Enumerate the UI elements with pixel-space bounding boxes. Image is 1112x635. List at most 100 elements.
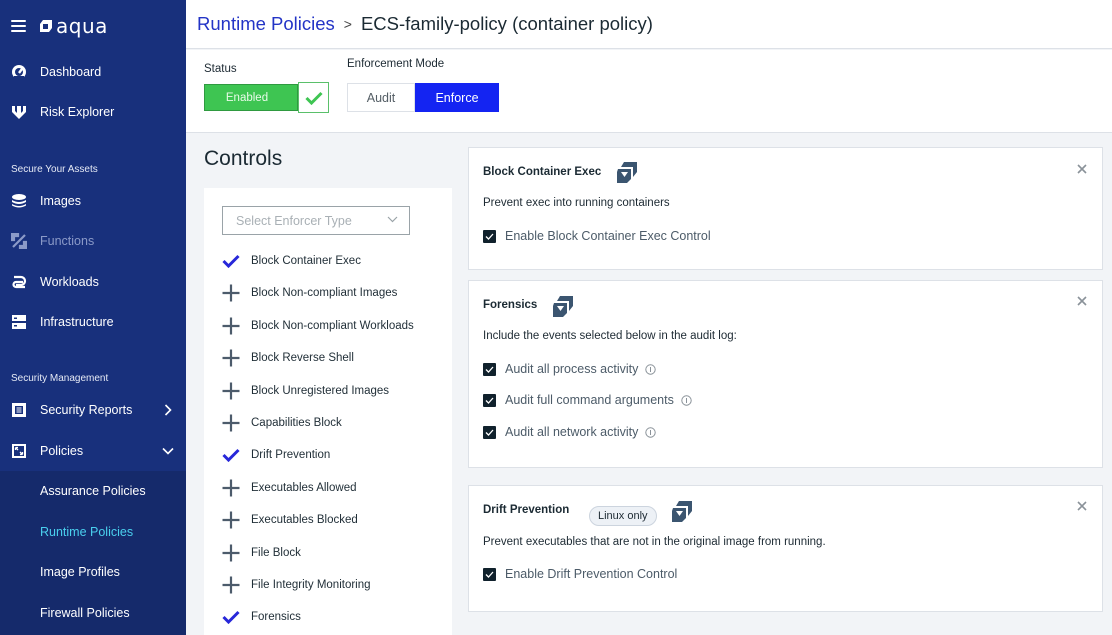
images-stack-icon bbox=[10, 192, 28, 210]
sidebar-item-label: Security Reports bbox=[40, 403, 133, 417]
control-item-label: Executables Blocked bbox=[251, 514, 358, 526]
aqua-logo-mark-icon bbox=[40, 20, 52, 32]
audit-mode-button[interactable]: Audit bbox=[347, 83, 415, 112]
control-item-label: Executables Allowed bbox=[251, 482, 357, 494]
plus-icon bbox=[222, 576, 240, 594]
control-item-file-block[interactable]: File Block bbox=[222, 542, 301, 564]
sidebar-item-policies[interactable]: Policies bbox=[0, 431, 186, 471]
sidebar-item-dashboard[interactable]: Dashboard bbox=[0, 52, 186, 92]
logo-text: aqua bbox=[56, 14, 108, 38]
card-drift-prevention: Drift Prevention Linux only Prevent exec… bbox=[468, 485, 1103, 612]
enforcement-mode-label: Enforcement Mode bbox=[347, 58, 445, 70]
infrastructure-icon bbox=[10, 313, 28, 331]
section-title-secure-assets: Secure Your Assets bbox=[11, 164, 98, 175]
card-forensics: Forensics Include the events selected be… bbox=[468, 280, 1103, 468]
checkbox-checked[interactable] bbox=[483, 362, 496, 376]
dashboard-gauge-icon bbox=[10, 63, 28, 81]
sidebar-item-label: Infrastructure bbox=[40, 315, 114, 329]
control-item-block-non-compliant-images[interactable]: Block Non-compliant Images bbox=[222, 282, 397, 304]
enforcement-mode-toggle: Audit Enforce bbox=[347, 83, 499, 112]
check-icon bbox=[485, 397, 494, 404]
sidebar-item-infrastructure[interactable]: Infrastructure bbox=[0, 302, 186, 342]
control-item-block-container-exec[interactable]: Block Container Exec bbox=[222, 250, 361, 272]
check-icon bbox=[485, 366, 494, 373]
checkbox-checked[interactable] bbox=[483, 393, 496, 407]
checkbox-checked[interactable] bbox=[483, 425, 496, 439]
enable-drift-prevention-checkbox[interactable]: Enable Drift Prevention Control bbox=[483, 566, 677, 582]
breadcrumb: Runtime Policies > ECS-family-policy (co… bbox=[197, 13, 653, 35]
enforcer-type-select[interactable]: Select Enforcer Type bbox=[222, 206, 410, 235]
check-icon bbox=[485, 233, 494, 240]
enforcer-container-icon bbox=[553, 296, 573, 317]
sidebar-item-workloads[interactable]: Workloads bbox=[0, 262, 186, 302]
control-item-label: Capabilities Block bbox=[251, 417, 342, 429]
checkbox-label: Audit all process activity bbox=[505, 362, 639, 376]
checkmark-icon bbox=[222, 608, 240, 626]
control-item-block-reverse-shell[interactable]: Block Reverse Shell bbox=[222, 347, 354, 369]
control-item-executables-allowed[interactable]: Executables Allowed bbox=[222, 477, 356, 499]
section-title-security-management: Security Management bbox=[11, 373, 109, 384]
policies-icon bbox=[10, 442, 28, 460]
info-icon[interactable] bbox=[645, 363, 657, 375]
sidebar-subitem-image-profiles[interactable]: Image Profiles bbox=[40, 565, 120, 579]
control-item-capabilities-block[interactable]: Capabilities Block bbox=[222, 412, 342, 434]
plus-icon bbox=[222, 284, 240, 302]
page-header: Runtime Policies > ECS-family-policy (co… bbox=[186, 0, 1112, 49]
hamburger-menu-icon[interactable] bbox=[11, 20, 26, 32]
checkbox-checked[interactable] bbox=[483, 229, 496, 243]
control-item-forensics[interactable]: Forensics bbox=[222, 606, 301, 628]
sidebar-header: aqua bbox=[0, 0, 186, 52]
sidebar-item-label: Workloads bbox=[40, 275, 99, 289]
audit-network-activity-checkbox[interactable]: Audit all network activity bbox=[483, 424, 657, 440]
checkbox-label: Enable Drift Prevention Control bbox=[505, 567, 678, 581]
card-title: Block Container Exec bbox=[483, 166, 602, 178]
sidebar-item-label: Images bbox=[40, 194, 81, 208]
check-icon bbox=[485, 429, 494, 436]
chevron-down-icon bbox=[387, 216, 398, 223]
audit-process-activity-checkbox[interactable]: Audit all process activity bbox=[483, 361, 657, 377]
plus-icon bbox=[222, 382, 240, 400]
sidebar-item-images[interactable]: Images bbox=[0, 181, 186, 221]
control-item-label: Block Non-compliant Workloads bbox=[251, 320, 414, 332]
sidebar-item-security-reports[interactable]: Security Reports bbox=[0, 390, 186, 430]
close-icon[interactable] bbox=[1076, 163, 1088, 175]
control-item-block-unregistered-images[interactable]: Block Unregistered Images bbox=[222, 380, 389, 402]
linux-only-badge: Linux only bbox=[589, 506, 657, 526]
close-icon[interactable] bbox=[1076, 295, 1088, 307]
checkmark-icon bbox=[222, 446, 240, 464]
plus-icon bbox=[222, 414, 240, 432]
breadcrumb-runtime-policies-link[interactable]: Runtime Policies bbox=[197, 13, 335, 35]
control-item-file-integrity-monitoring[interactable]: File Integrity Monitoring bbox=[222, 574, 371, 596]
workloads-icon bbox=[10, 273, 28, 291]
control-item-drift-prevention[interactable]: Drift Prevention bbox=[222, 444, 330, 466]
sidebar-subitem-runtime-policies[interactable]: Runtime Policies bbox=[40, 525, 133, 539]
aqua-logo[interactable]: aqua bbox=[39, 14, 108, 38]
info-icon[interactable] bbox=[681, 394, 692, 406]
status-label: Status bbox=[204, 63, 237, 75]
breadcrumb-separator: > bbox=[343, 16, 352, 32]
checkbox-label: Enable Block Container Exec Control bbox=[505, 229, 711, 243]
sidebar-item-label: Policies bbox=[40, 444, 84, 458]
audit-command-arguments-checkbox[interactable]: Audit full command arguments bbox=[483, 392, 692, 408]
enforce-mode-button[interactable]: Enforce bbox=[415, 83, 499, 112]
control-item-executables-blocked[interactable]: Executables Blocked bbox=[222, 509, 358, 531]
control-item-block-non-compliant-workloads[interactable]: Block Non-compliant Workloads bbox=[222, 315, 414, 337]
sidebar-subitem-firewall-policies[interactable]: Firewall Policies bbox=[40, 606, 130, 620]
risk-explorer-icon bbox=[10, 103, 28, 121]
sidebar-item-risk-explorer[interactable]: Risk Explorer bbox=[0, 92, 186, 132]
info-icon[interactable] bbox=[645, 426, 657, 438]
page-title: ECS-family-policy (container policy) bbox=[360, 13, 653, 34]
checkbox-checked[interactable] bbox=[483, 567, 496, 581]
check-icon bbox=[485, 571, 494, 578]
sidebar-item-functions[interactable]: Functions bbox=[0, 221, 186, 261]
policy-status-bar: Status Enabled Enforcement Mode Audit En… bbox=[186, 50, 1112, 133]
sidebar-subitem-assurance-policies[interactable]: Assurance Policies bbox=[40, 484, 146, 498]
enforcer-container-icon bbox=[617, 162, 637, 183]
enable-block-container-exec-checkbox[interactable]: Enable Block Container Exec Control bbox=[483, 228, 711, 244]
close-icon[interactable] bbox=[1076, 500, 1088, 512]
status-enabled-toggle[interactable]: Enabled bbox=[204, 84, 298, 111]
sidebar-item-label: Dashboard bbox=[40, 65, 102, 79]
sidebar-item-label: Risk Explorer bbox=[40, 105, 115, 119]
plus-icon bbox=[222, 317, 240, 335]
status-toggle-checkbox[interactable] bbox=[298, 82, 329, 113]
